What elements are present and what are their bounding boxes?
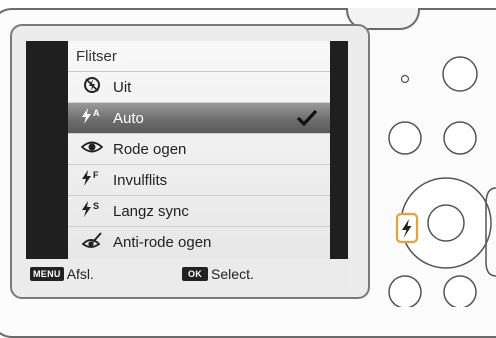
home-button (443, 275, 477, 307)
indicator-lamp (400, 74, 410, 84)
mode-button (442, 56, 478, 92)
ok-button (427, 204, 465, 242)
delete-button (388, 275, 422, 307)
play-button (388, 121, 422, 155)
function-button (443, 121, 477, 155)
